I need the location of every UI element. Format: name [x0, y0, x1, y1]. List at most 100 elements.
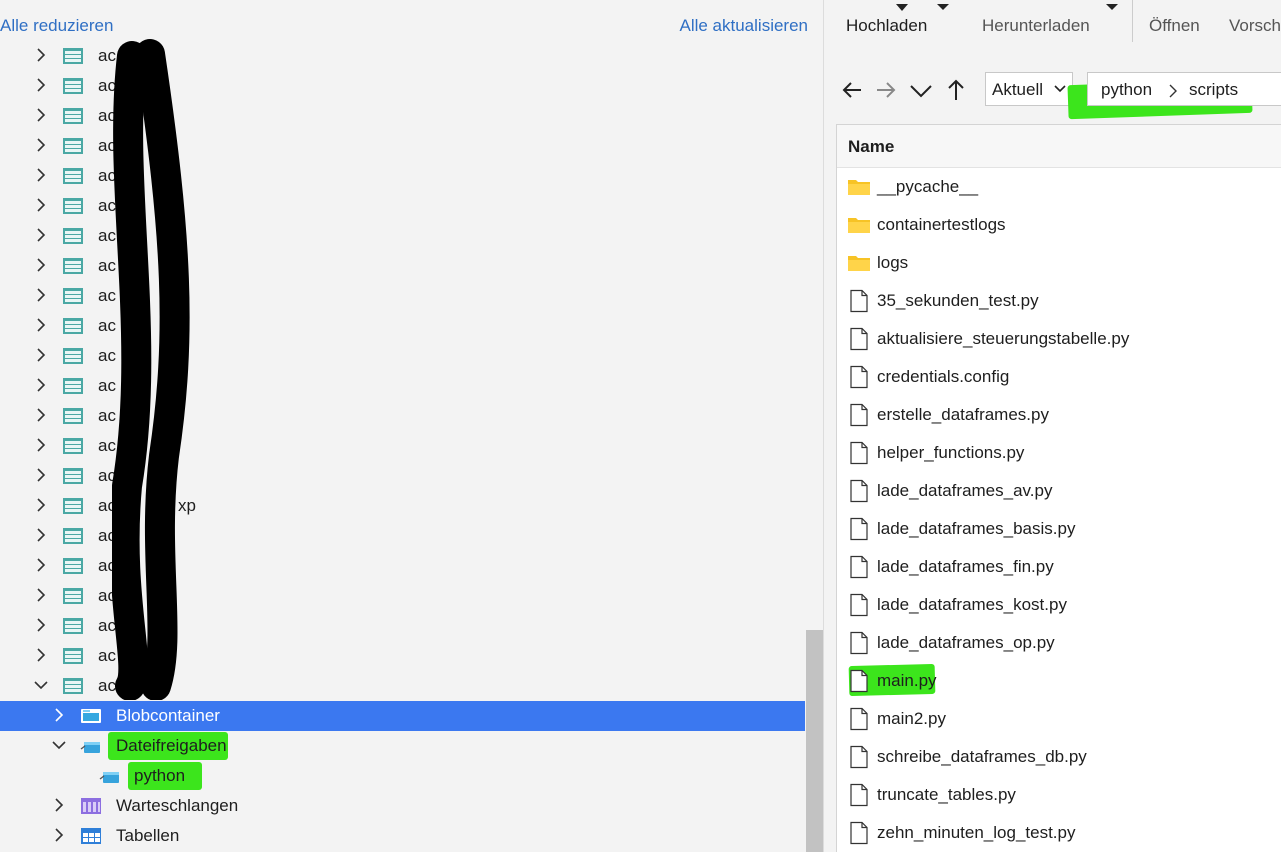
storage-account-icon	[63, 348, 83, 364]
chevron-right-icon[interactable]	[52, 828, 66, 842]
chevron-down-icon	[1054, 85, 1066, 93]
file-row[interactable]: erstelle_dataframes.py	[837, 396, 1281, 434]
file-row[interactable]: zehn_minuten_log_test.py	[837, 814, 1281, 852]
file-row[interactable]: credentials.config	[837, 358, 1281, 396]
chevron-right-icon[interactable]	[52, 798, 66, 812]
file-name: __pycache__	[877, 177, 979, 196]
recent-dropdown-icon[interactable]	[909, 78, 933, 102]
chevron-right-icon[interactable]	[34, 408, 48, 422]
file-row[interactable]: truncate_tables.py	[837, 776, 1281, 814]
tree-item-label: Warteschlangen	[116, 796, 239, 815]
tree-item-warteschlangen[interactable]: Warteschlangen	[0, 791, 805, 821]
chevron-right-icon[interactable]	[34, 318, 48, 332]
folder-icon	[848, 218, 870, 233]
path-bar[interactable]: python scripts	[1087, 72, 1281, 106]
tree-item-python-share[interactable]: python	[0, 761, 805, 791]
upload-button[interactable]: Hochladen	[846, 16, 927, 36]
file-row[interactable]: 35_sekunden_test.py	[837, 282, 1281, 320]
navigation-bar: Aktuell python scripts	[824, 70, 1281, 120]
file-row[interactable]: lade_dataframes_fin.py	[837, 548, 1281, 586]
file-row[interactable]: main.py	[837, 662, 1281, 700]
toolbar-separator	[1132, 0, 1133, 42]
file-row[interactable]: lade_dataframes_op.py	[837, 624, 1281, 662]
file-name: lade_dataframes_op.py	[877, 633, 1055, 652]
chevron-right-icon[interactable]	[34, 468, 48, 482]
chevron-right-icon[interactable]	[52, 708, 66, 722]
open-button[interactable]: Öffnen	[1149, 16, 1200, 36]
file-row[interactable]: lade_dataframes_av.py	[837, 472, 1281, 510]
chevron-right-icon[interactable]	[34, 78, 48, 92]
up-arrow-icon[interactable]	[944, 78, 968, 102]
chevron-right-icon[interactable]	[34, 378, 48, 392]
chevron-right-icon[interactable]	[34, 348, 48, 362]
breadcrumb-segment[interactable]: python	[1101, 80, 1152, 100]
file-icon	[850, 593, 868, 617]
file-name: main2.py	[877, 709, 946, 728]
file-name: lade_dataframes_av.py	[877, 481, 1053, 500]
folder-row[interactable]: logs	[837, 244, 1281, 282]
chevron-right-icon[interactable]	[34, 258, 48, 272]
chevron-right-icon[interactable]	[34, 288, 48, 302]
storage-account-icon	[63, 588, 83, 604]
refresh-all-link[interactable]: Alle aktualisieren	[679, 16, 808, 36]
file-row[interactable]: main2.py	[837, 700, 1281, 738]
chevron-right-icon[interactable]	[34, 198, 48, 212]
chevron-right-icon[interactable]	[34, 228, 48, 242]
folder-row[interactable]: containertestlogs	[837, 206, 1281, 244]
file-icon	[850, 745, 868, 769]
tree-item-label: Dateifreigaben	[116, 736, 227, 755]
chevron-right-icon[interactable]	[34, 138, 48, 152]
preview-button[interactable]: Vorsch	[1229, 16, 1281, 36]
folder-icon	[848, 256, 870, 271]
file-row[interactable]: lade_dataframes_kost.py	[837, 586, 1281, 624]
forward-arrow-icon[interactable]	[874, 78, 898, 102]
chevron-right-icon[interactable]	[34, 558, 48, 572]
storage-account-icon	[63, 558, 83, 574]
chevron-right-icon[interactable]	[34, 588, 48, 602]
chevron-right-icon[interactable]	[34, 648, 48, 662]
storage-account-icon	[63, 678, 83, 694]
file-icon	[850, 707, 868, 731]
file-name: logs	[877, 253, 909, 272]
file-icon	[850, 403, 868, 427]
chevron-right-icon[interactable]	[34, 168, 48, 182]
chevron-right-icon[interactable]	[34, 48, 48, 62]
file-row[interactable]: schreibe_dataframes_db.py	[837, 738, 1281, 776]
file-name: helper_functions.py	[877, 443, 1025, 462]
file-name: lade_dataframes_fin.py	[877, 557, 1054, 576]
chevron-right-icon[interactable]	[34, 108, 48, 122]
chevron-down-icon[interactable]	[52, 738, 66, 752]
tree-item-dateifreigaben[interactable]: Dateifreigaben	[0, 731, 805, 761]
file-row[interactable]: helper_functions.py	[837, 434, 1281, 472]
folder-row[interactable]: __pycache__	[837, 168, 1281, 206]
storage-account-icon	[63, 138, 83, 154]
queue-icon	[81, 798, 101, 814]
tree-item-blobcontainer[interactable]: Blobcontainer	[0, 701, 805, 731]
chevron-right-icon[interactable]	[34, 438, 48, 452]
storage-account-icon	[63, 108, 83, 124]
chevron-right-icon	[1169, 84, 1177, 98]
file-row[interactable]: lade_dataframes_basis.py	[837, 510, 1281, 548]
chevron-right-icon[interactable]	[34, 498, 48, 512]
storage-account-icon	[63, 378, 83, 394]
chevron-down-icon[interactable]	[1105, 2, 1119, 12]
tree-item-tabellen[interactable]: Tabellen	[0, 821, 805, 851]
file-row[interactable]: aktualisiere_steuerungstabelle.py	[837, 320, 1281, 358]
chevron-right-icon[interactable]	[34, 618, 48, 632]
column-header-name[interactable]: Name	[837, 125, 1281, 168]
file-name: aktualisiere_steuerungstabelle.py	[877, 329, 1130, 348]
file-icon	[850, 783, 868, 807]
blob-container-icon	[81, 709, 101, 723]
collapse-all-link[interactable]: Alle reduzieren	[0, 16, 113, 36]
tree-item-label: Blobcontainer	[116, 706, 220, 725]
back-arrow-icon[interactable]	[840, 78, 864, 102]
file-share-icon	[80, 742, 100, 753]
tree-scrollbar-thumb[interactable]	[806, 630, 823, 852]
view-select[interactable]: Aktuell	[985, 72, 1073, 106]
chevron-right-icon[interactable]	[34, 528, 48, 542]
chevron-down-icon[interactable]	[936, 2, 950, 12]
chevron-down-icon[interactable]	[34, 678, 48, 692]
breadcrumb-segment[interactable]: scripts	[1189, 80, 1238, 100]
download-button[interactable]: Herunterladen	[982, 16, 1090, 36]
storage-account-icon	[63, 168, 83, 184]
